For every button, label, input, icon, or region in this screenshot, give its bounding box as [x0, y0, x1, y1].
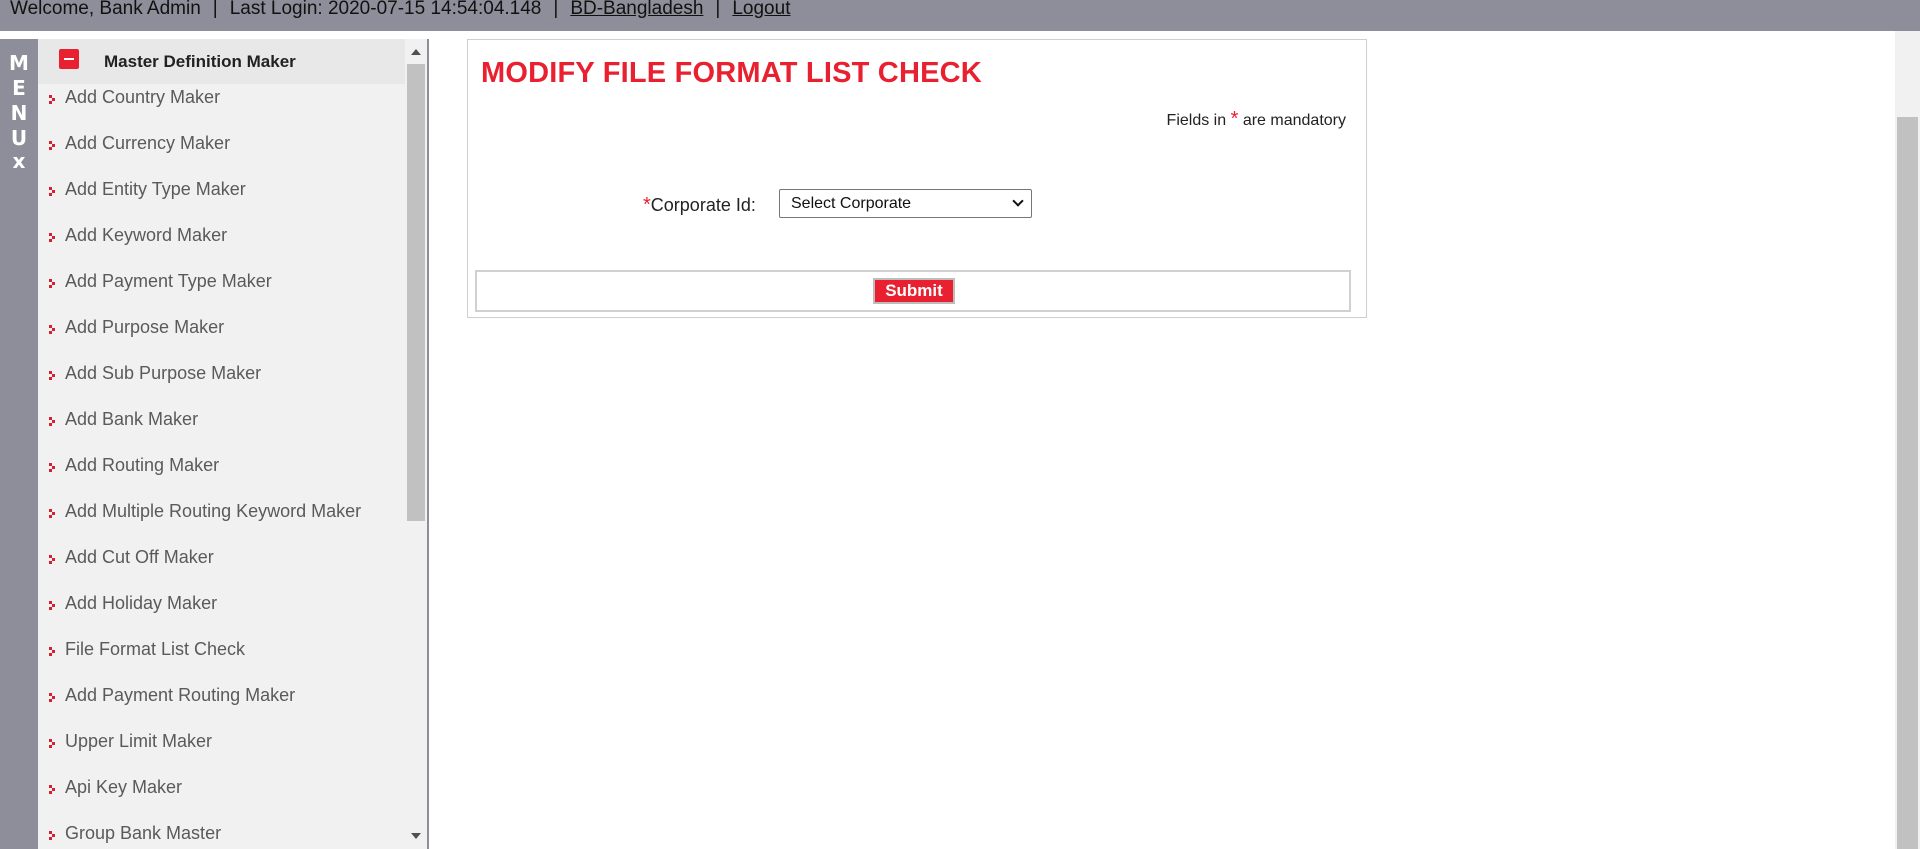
bullet-icon: [49, 509, 57, 519]
sidebar-item-label: Add Multiple Routing Keyword Maker: [65, 501, 362, 521]
corporate-select[interactable]: Select Corporate: [779, 189, 1032, 218]
country-link[interactable]: BD-Bangladesh: [570, 0, 703, 18]
bullet-icon: [49, 233, 57, 243]
scroll-up-icon[interactable]: [411, 49, 421, 55]
bullet-icon: [49, 417, 57, 427]
collapse-icon[interactable]: [59, 49, 79, 69]
sidebar-item-add-keyword-maker[interactable]: Add Keyword Maker: [38, 222, 405, 268]
welcome-text: Welcome, Bank Admin: [10, 0, 201, 19]
sidebar-divider: [427, 39, 429, 849]
sidebar-item-add-payment-routing-maker[interactable]: Add Payment Routing Maker: [38, 682, 405, 728]
sidebar-item-label: Add Routing Maker: [65, 455, 220, 475]
sidebar-item-add-routing-maker[interactable]: Add Routing Maker: [38, 452, 405, 498]
separator: |: [715, 0, 721, 19]
required-star: *: [643, 194, 651, 216]
sidebar-item-group-bank-master[interactable]: Group Bank Master: [38, 820, 405, 849]
bullet-icon: [49, 739, 57, 749]
sidebar-scrollbar[interactable]: [405, 39, 427, 849]
sidebar-item-add-bank-maker[interactable]: Add Bank Maker: [38, 406, 405, 452]
menu-letter: U: [10, 126, 28, 150]
sidebar-item-add-country-maker[interactable]: Add Country Maker: [38, 84, 405, 130]
bullet-icon: [49, 601, 57, 611]
separator: |: [212, 0, 218, 19]
sidebar-item-label: Add Country Maker: [65, 87, 221, 107]
top-bar: Welcome, Bank Admin | Last Login: 2020-0…: [0, 0, 1920, 31]
sidebar-item-label: Add Currency Maker: [65, 133, 231, 153]
menu-letter: M: [9, 51, 29, 75]
sidebar-item-upper-limit-maker[interactable]: Upper Limit Maker: [38, 728, 405, 774]
page-scrollbar[interactable]: [1895, 31, 1920, 849]
bullet-icon: [49, 831, 57, 841]
menu-strip[interactable]: M E N U x: [0, 39, 38, 849]
logout-link[interactable]: Logout: [732, 0, 790, 18]
sidebar-item-label: Add Holiday Maker: [65, 593, 218, 613]
submit-button[interactable]: Submit: [873, 278, 955, 304]
sidebar-nav-list: Add Country Maker Add Currency Maker Add…: [38, 84, 405, 849]
form-panel: MODIFY FILE FORMAT LIST CHECK Fields in …: [467, 39, 1367, 318]
menu-letter: E: [12, 76, 26, 100]
sidebar-item-add-purpose-maker[interactable]: Add Purpose Maker: [38, 314, 405, 360]
bullet-icon: [49, 371, 57, 381]
corporate-select-value: Select Corporate: [791, 195, 912, 212]
corporate-id-label: *Corporate Id:: [643, 194, 756, 217]
bullet-icon: [49, 187, 57, 197]
sidebar: Master Definition Maker Add Country Make…: [38, 39, 405, 849]
sidebar-section-header[interactable]: Master Definition Maker: [38, 39, 405, 84]
sidebar-item-add-payment-type-maker[interactable]: Add Payment Type Maker: [38, 268, 405, 314]
sidebar-item-add-currency-maker[interactable]: Add Currency Maker: [38, 130, 405, 176]
sidebar-item-label: Add Keyword Maker: [65, 225, 228, 245]
bullet-icon: [49, 95, 57, 105]
chevron-down-icon: [1012, 195, 1024, 207]
bullet-icon: [49, 693, 57, 703]
sidebar-item-add-sub-purpose-maker[interactable]: Add Sub Purpose Maker: [38, 360, 405, 406]
sidebar-item-label: Add Bank Maker: [65, 409, 199, 429]
menu-letter: N: [10, 101, 28, 125]
mandatory-note: Fields in * are mandatory: [1167, 108, 1346, 131]
sidebar-item-label: Add Payment Routing Maker: [65, 685, 296, 705]
sidebar-item-api-key-maker[interactable]: Api Key Maker: [38, 774, 405, 820]
sidebar-item-add-holiday-maker[interactable]: Add Holiday Maker: [38, 590, 405, 636]
bullet-icon: [49, 141, 57, 151]
sidebar-item-label: Add Sub Purpose Maker: [65, 363, 262, 383]
sidebar-item-label: Api Key Maker: [65, 777, 183, 797]
last-login-text: Last Login: 2020-07-15 14:54:04.148: [229, 0, 542, 19]
sidebar-item-label: Add Entity Type Maker: [65, 179, 246, 199]
sidebar-item-label: File Format List Check: [65, 639, 246, 659]
sidebar-item-file-format-list-check[interactable]: File Format List Check: [38, 636, 405, 682]
sidebar-item-add-cut-off-maker[interactable]: Add Cut Off Maker: [38, 544, 405, 590]
bullet-icon: [49, 279, 57, 289]
page-title: MODIFY FILE FORMAT LIST CHECK: [481, 57, 982, 89]
bullet-icon: [49, 785, 57, 795]
page-scrollbar-thumb[interactable]: [1897, 117, 1918, 849]
mandatory-prefix: Fields in: [1166, 112, 1227, 129]
sidebar-item-label: Group Bank Master: [65, 823, 222, 843]
bullet-icon: [49, 555, 57, 565]
submit-row: Submit: [475, 270, 1351, 312]
sidebar-item-add-multiple-routing-keyword-maker[interactable]: Add Multiple Routing Keyword Maker: [38, 498, 405, 544]
bullet-icon: [49, 325, 57, 335]
mandatory-suffix: are mandatory: [1242, 112, 1346, 129]
sidebar-section-title: Master Definition Maker: [104, 52, 296, 71]
bullet-icon: [49, 463, 57, 473]
sidebar-item-label: Add Purpose Maker: [65, 317, 225, 337]
required-star: *: [1230, 108, 1239, 130]
sidebar-item-label: Add Cut Off Maker: [65, 547, 214, 567]
sidebar-item-add-entity-type-maker[interactable]: Add Entity Type Maker: [38, 176, 405, 222]
sidebar-scrollbar-thumb[interactable]: [407, 64, 425, 521]
corporate-id-label-text: Corporate Id:: [650, 195, 756, 215]
separator: |: [553, 0, 559, 19]
sidebar-item-label: Add Payment Type Maker: [65, 271, 272, 291]
scroll-down-icon[interactable]: [411, 833, 421, 839]
bullet-icon: [49, 647, 57, 657]
close-menu-icon[interactable]: x: [0, 149, 38, 174]
sidebar-item-label: Upper Limit Maker: [65, 731, 213, 751]
